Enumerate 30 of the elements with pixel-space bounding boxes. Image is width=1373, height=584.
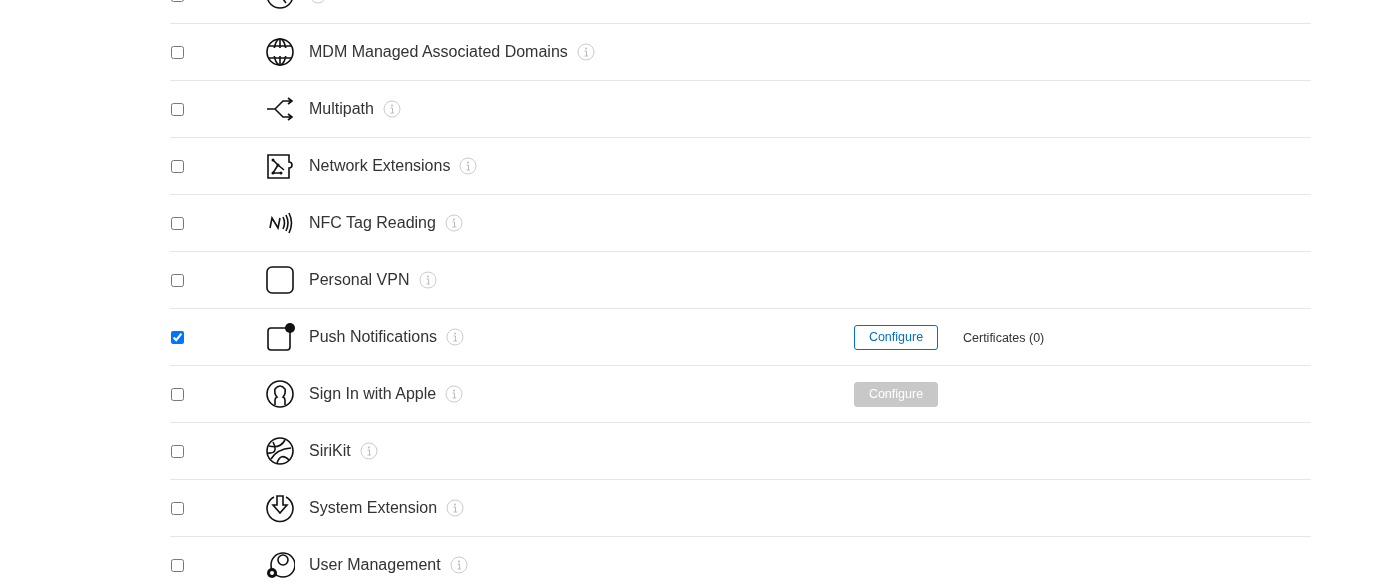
capability-name: NFC Tag Reading [309,214,436,232]
capability-name: Sign In with Apple [309,385,437,403]
checkbox[interactable] [171,45,184,59]
capability-name: Network Extensions [309,157,451,175]
puzzle-piece-icon [265,151,295,181]
notification-icon [265,322,295,352]
swirl-icon [265,436,295,466]
checkbox[interactable] [171,159,184,173]
checkbox[interactable] [171,216,184,230]
checkbox[interactable] [171,501,184,515]
checkbox[interactable] [171,273,184,287]
checkbox[interactable] [171,558,184,572]
capability-name: Push Notifications [309,328,438,346]
person-icon [265,379,295,409]
checkbox[interactable] [171,444,184,458]
capability-name: User Management [309,556,441,574]
capability-name: Personal VPN [309,271,410,289]
checkbox[interactable] [171,330,184,344]
globe-icon [265,37,295,67]
capability-name: SiriKit [309,442,351,460]
user-gear-icon [265,550,295,580]
capability-name: System Extension [309,499,438,517]
arrows-icon [265,94,295,124]
capability-name: Multipath [309,100,374,118]
checkbox[interactable] [171,102,184,116]
configure-button[interactable]: Configure [854,324,938,350]
download-icon [265,493,295,523]
checkbox[interactable] [171,387,184,401]
capability-name: MDM Managed Associated Domains [309,43,568,61]
certificates-count: Certificates (0) [963,331,1045,345]
